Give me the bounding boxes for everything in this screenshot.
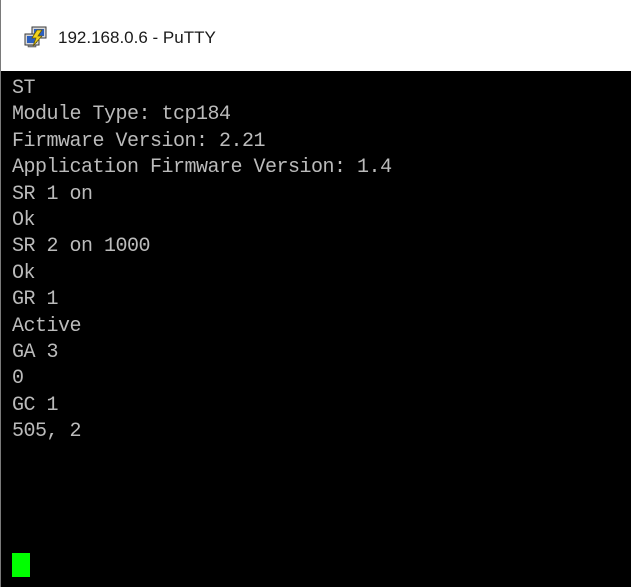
- terminal-line: Ok: [12, 261, 36, 285]
- terminal-line: SR 1 on: [12, 182, 93, 206]
- terminal-line: 505, 2: [12, 420, 82, 444]
- terminal-line: Application Firmware Version: 1.4: [12, 156, 392, 180]
- putty-icon[interactable]: [23, 26, 49, 48]
- title-bar[interactable]: 192.168.0.6 - PuTTY: [1, 0, 631, 71]
- window-title: 192.168.0.6 - PuTTY: [58, 28, 216, 47]
- terminal-line: 0: [12, 367, 24, 391]
- terminal-line: GA 3: [12, 340, 59, 364]
- text-cursor: [12, 553, 30, 577]
- terminal-output: ST Module Type: tcp184 Firmware Version:…: [12, 76, 392, 445]
- terminal-line: Module Type: tcp184: [12, 103, 231, 127]
- terminal-line: Firmware Version: 2.21: [12, 129, 266, 153]
- terminal-line: Ok: [12, 208, 36, 232]
- terminal-area[interactable]: ST Module Type: tcp184 Firmware Version:…: [1, 71, 631, 587]
- terminal-line: Active: [12, 314, 82, 338]
- putty-window: 192.168.0.6 - PuTTY ST Module Type: tcp1…: [0, 0, 631, 587]
- terminal-line: ST: [12, 77, 36, 100]
- terminal-line: GC 1: [12, 393, 59, 417]
- terminal-line: GR 1: [12, 288, 59, 312]
- terminal-line: SR 2 on 1000: [12, 235, 151, 259]
